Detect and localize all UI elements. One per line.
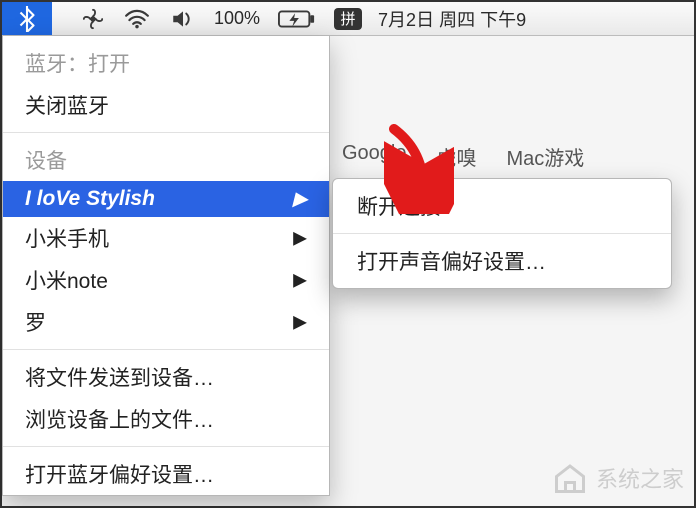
device-item-xiaomi-note[interactable]: 小米note ▶ — [3, 259, 329, 301]
bluetooth-icon — [18, 6, 36, 32]
device-label: 小米note — [25, 265, 108, 295]
disconnect-label: 断开连接 — [357, 196, 441, 219]
turn-off-bluetooth[interactable]: 关闭蓝牙 — [3, 84, 329, 126]
menu-separator — [3, 132, 329, 133]
turn-off-bluetooth-label: 关闭蓝牙 — [25, 90, 109, 120]
bookmark-bar: Google 虎嗅 Mac游戏 — [342, 142, 584, 171]
submenu-arrow-icon: ▶ — [293, 228, 307, 249]
wifi-menu-icon[interactable] — [114, 2, 160, 35]
bluetooth-menu: 蓝牙：打开 关闭蓝牙 设备 I loVe Stylish ▶ 小米手机 ▶ 小米… — [2, 36, 330, 496]
volume-icon — [170, 9, 196, 29]
submenu-arrow-icon: ▶ — [293, 312, 307, 333]
devices-header: 设备 — [3, 139, 329, 181]
menubar-clock[interactable]: 7月2日 周四 下午9 — [370, 6, 526, 32]
device-item-stylish[interactable]: I loVe Stylish ▶ — [3, 181, 329, 217]
disconnect-device[interactable]: 断开连接 — [333, 183, 671, 229]
bookmark-huxiu[interactable]: 虎嗅 — [437, 142, 477, 171]
watermark: 系统之家 — [552, 460, 684, 496]
volume-menu-icon[interactable] — [160, 2, 206, 35]
device-label: 小米手机 — [25, 223, 109, 253]
fan-menu-icon[interactable] — [72, 2, 114, 35]
wifi-icon — [124, 9, 150, 29]
device-item-luo[interactable]: 罗 ▶ — [3, 301, 329, 343]
battery-menu-icon[interactable] — [268, 2, 326, 35]
input-method-indicator[interactable]: 拼 — [334, 8, 362, 30]
device-submenu: 断开连接 打开声音偏好设置… — [332, 178, 672, 289]
house-icon — [552, 460, 588, 496]
send-file-label: 将文件发送到设备… — [25, 362, 214, 392]
device-label: I loVe Stylish — [25, 187, 155, 211]
bluetooth-status-label: 蓝牙：打开 — [25, 48, 130, 78]
device-item-xiaomi-phone[interactable]: 小米手机 ▶ — [3, 217, 329, 259]
menu-separator — [3, 446, 329, 447]
submenu-arrow-icon: ▶ — [293, 189, 307, 210]
menu-bar: 100% 拼 7月2日 周四 下午9 — [2, 2, 694, 36]
bluetooth-menubar-icon[interactable] — [2, 2, 52, 35]
battery-percent: 100% — [206, 8, 268, 29]
menu-separator — [3, 349, 329, 350]
sound-prefs-label: 打开声音偏好设置… — [357, 251, 546, 274]
open-sound-prefs[interactable]: 打开声音偏好设置… — [333, 238, 671, 284]
browse-files-label: 浏览设备上的文件… — [25, 404, 214, 434]
watermark-text: 系统之家 — [596, 462, 684, 494]
send-file-to-device[interactable]: 将文件发送到设备… — [3, 356, 329, 398]
open-bluetooth-prefs[interactable]: 打开蓝牙偏好设置… — [3, 453, 329, 495]
bluetooth-prefs-label: 打开蓝牙偏好设置… — [25, 459, 214, 489]
submenu-arrow-icon: ▶ — [293, 270, 307, 291]
bookmark-google[interactable]: Google — [342, 142, 407, 171]
bookmark-macgames[interactable]: Mac游戏 — [507, 142, 585, 171]
bluetooth-status: 蓝牙：打开 — [3, 42, 329, 84]
menu-separator — [333, 233, 671, 234]
device-label: 罗 — [25, 307, 46, 337]
fan-icon — [82, 8, 104, 30]
browse-device-files[interactable]: 浏览设备上的文件… — [3, 398, 329, 440]
battery-charging-icon — [278, 9, 316, 29]
